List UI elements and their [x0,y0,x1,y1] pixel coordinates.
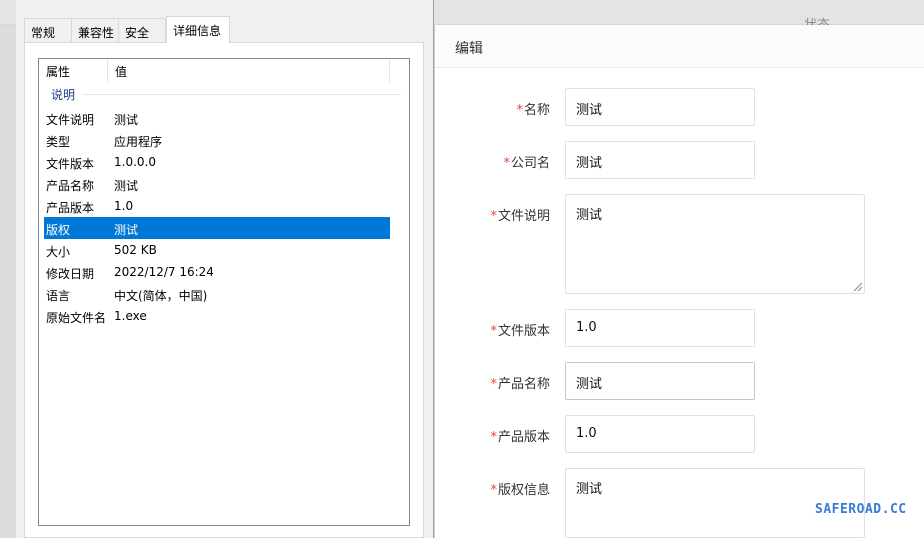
list-item[interactable]: 原始文件名 1.exe [44,305,390,327]
column-separator[interactable] [107,59,108,83]
list-header: 属性 值 [39,59,391,83]
column-separator[interactable] [389,59,390,83]
name-input[interactable]: 测试 [565,88,755,126]
resize-grip-icon[interactable] [851,280,863,292]
details-list[interactable]: 属性 值 说明 文件说明 测试 类型 应用程序 文件版本 1.0.0.0 产品名称 测试 [38,58,410,526]
list-item[interactable]: 产品版本 1.0 [44,195,390,217]
file-version-input[interactable]: 1.0 [565,309,755,347]
file-version-label: *文件版本 [490,324,550,339]
tab-compatibility[interactable]: 兼容性 [71,18,119,42]
list-item-selected[interactable]: 版权 测试 [44,217,390,239]
column-header-property[interactable]: 属性 [46,63,70,80]
form-title: 编辑 [435,25,924,68]
file-desc-textarea[interactable]: 测试 [565,194,865,294]
group-label: 说明 [51,86,80,103]
group-divider [83,94,401,95]
file-desc-value: 测试 [576,208,603,223]
edit-form-panel: 编辑 *名称 测试 *公司名 测试 *文件说明 测试 *文件版本 1.0 *产品… [434,25,924,538]
tab-details[interactable]: 详细信息 [166,16,230,43]
group-header-description: 说明 [51,86,401,103]
list-item[interactable]: 修改日期 2022/12/7 16:24 [44,261,390,283]
list-item[interactable]: 语言 中文(简体，中国) [44,283,390,305]
file-properties-dialog: 常规 兼容性 安全 详细信息 属性 值 说明 文件说明 测试 类型 应用程序 文… [16,0,434,538]
list-item[interactable]: 大小 502 KB [44,239,390,261]
product-name-label: *产品名称 [490,377,550,392]
tab-general[interactable]: 常规 [24,18,72,42]
watermark: SAFEROAD.CC [815,502,907,517]
product-version-label: *产品版本 [490,430,550,445]
background-left-strip [0,25,16,538]
product-name-input[interactable]: 测试 [565,362,755,400]
copyright-value: 测试 [576,482,603,497]
copyright-label: *版权信息 [490,483,550,498]
list-item[interactable]: 产品名称 测试 [44,173,390,195]
company-input[interactable]: 测试 [565,141,755,179]
column-header-value[interactable]: 值 [115,63,127,80]
list-item[interactable]: 文件版本 1.0.0.0 [44,151,390,173]
file-desc-label: *文件说明 [490,209,550,224]
list-item[interactable]: 类型 应用程序 [44,129,390,151]
company-label: *公司名 [503,156,550,171]
list-item[interactable]: 文件说明 测试 [44,107,390,129]
product-version-input[interactable]: 1.0 [565,415,755,453]
tab-security[interactable]: 安全 [118,18,166,42]
name-label: *名称 [516,103,550,118]
details-tab-panel: 属性 值 说明 文件说明 测试 类型 应用程序 文件版本 1.0.0.0 产品名称 测试 [24,42,424,538]
